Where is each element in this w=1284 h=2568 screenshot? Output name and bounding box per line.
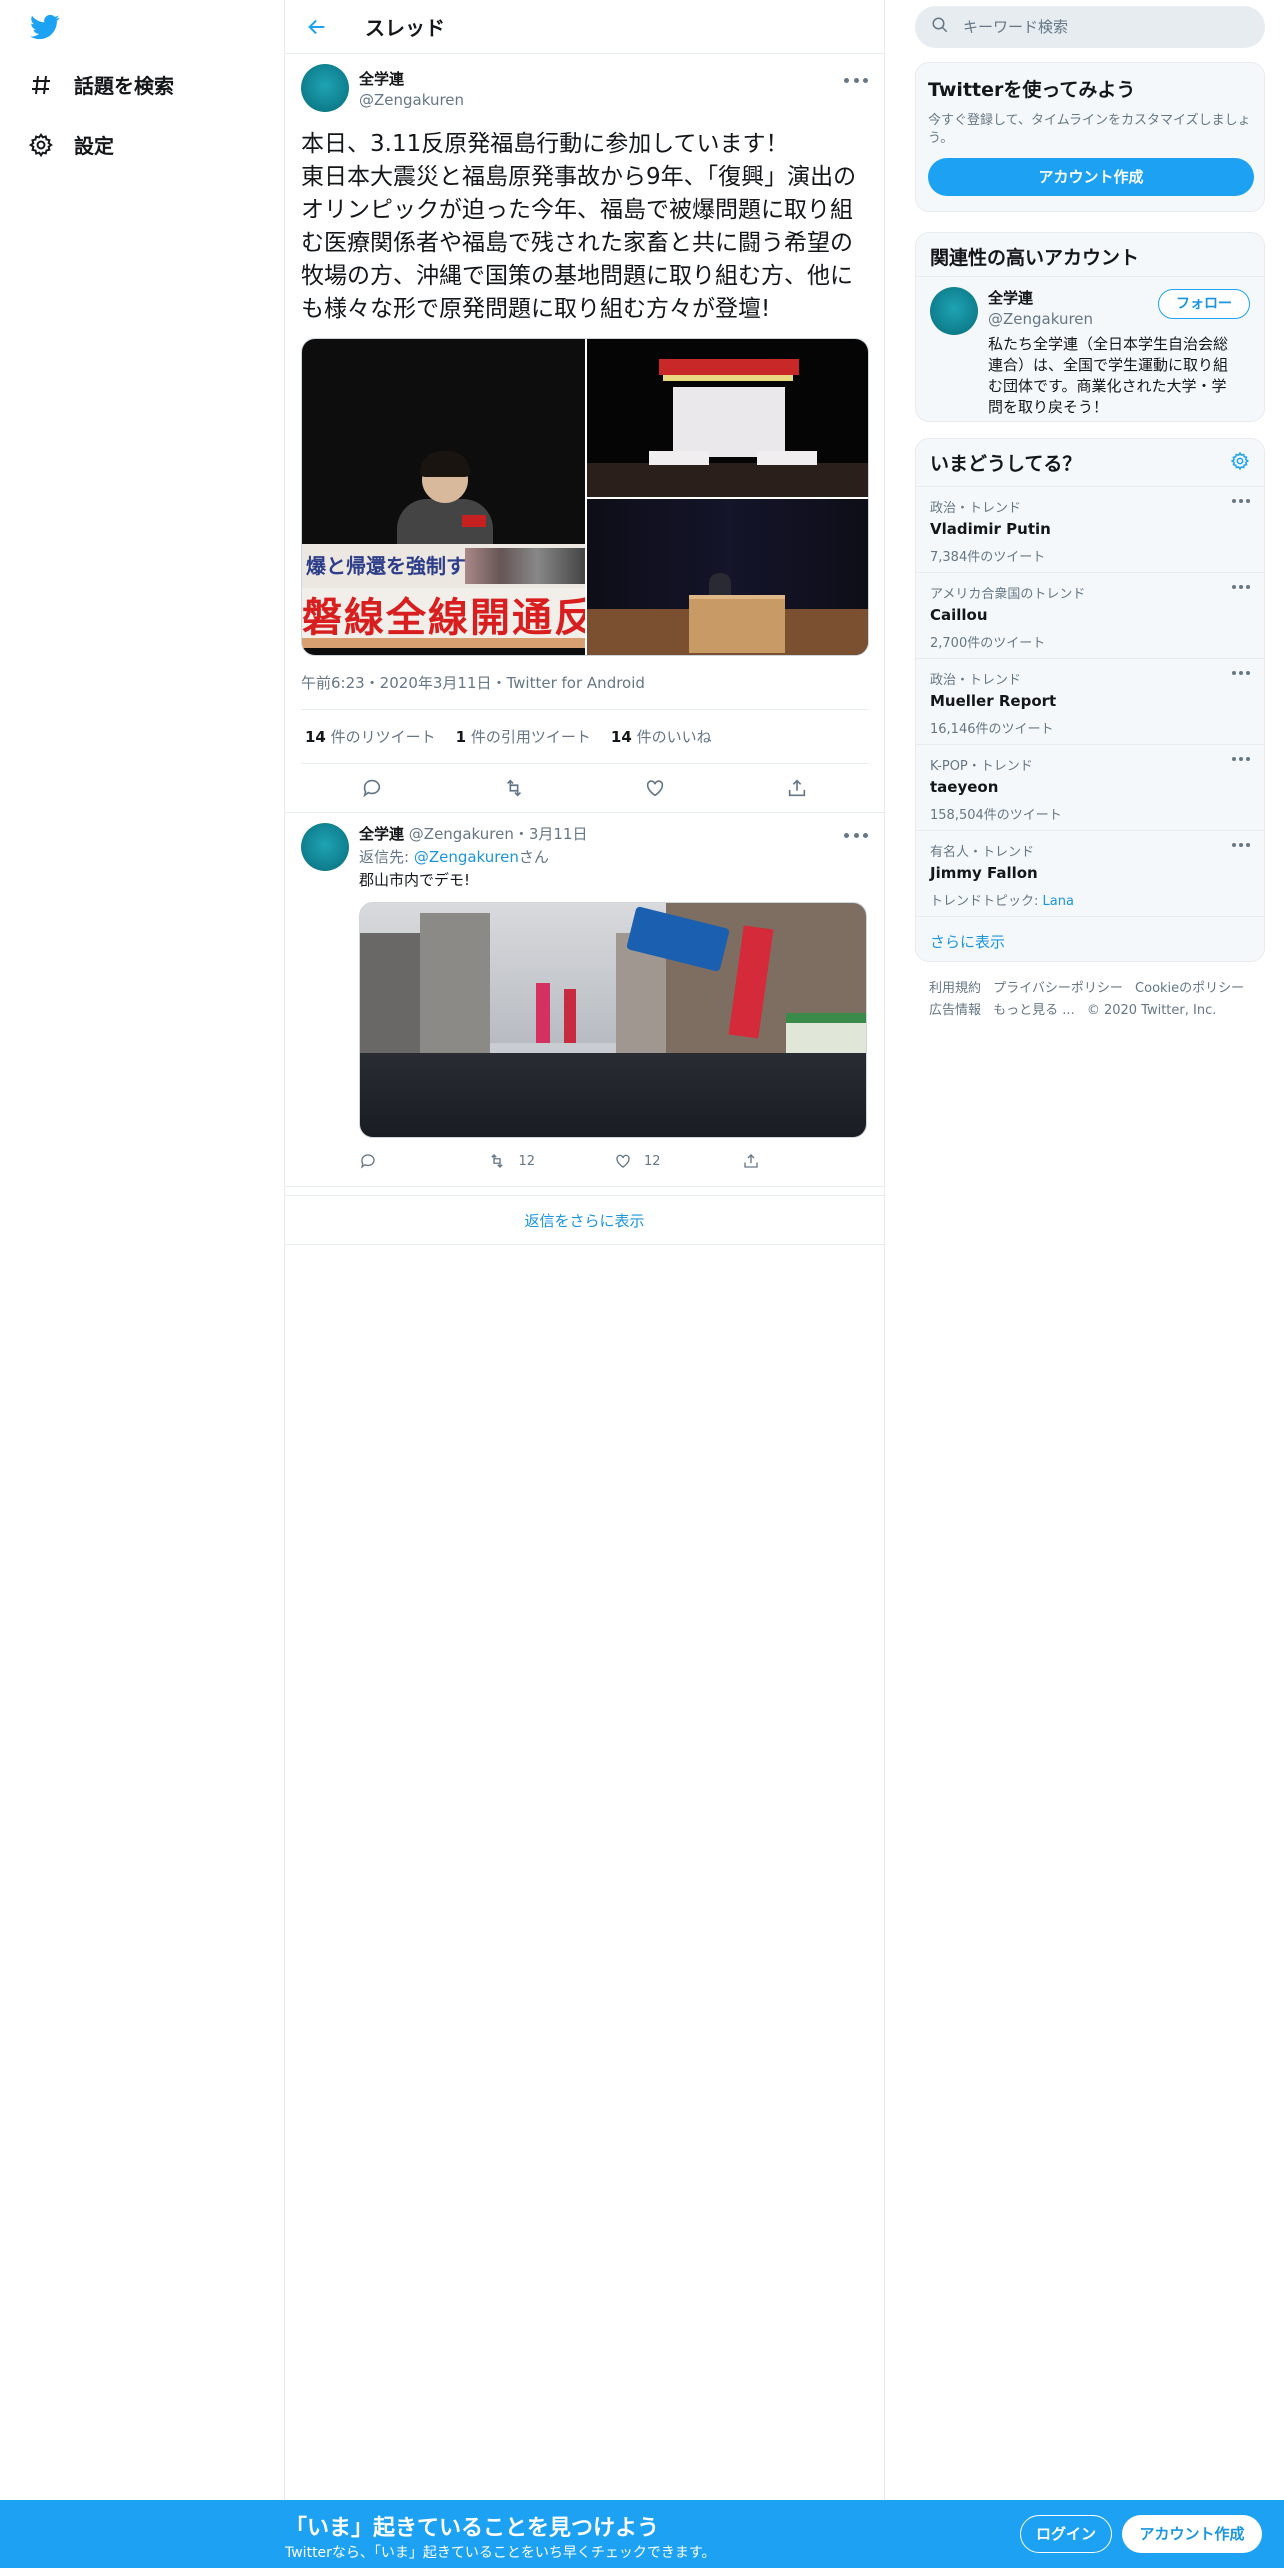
avatar[interactable] [301,823,349,871]
create-account-button[interactable]: アカウント作成 [928,158,1254,196]
trend-more-icon[interactable] [1232,585,1250,591]
avatar[interactable] [930,287,978,335]
tweet-photo-1[interactable]: 爆と帰還を強制する 磐線全線開通反 [302,339,585,655]
signup-desc: 今すぐ登録して、タイムラインをカスタマイズしましょう。 [928,113,1251,146]
reply-to-line: 返信先: @Zengakurenさん [359,848,549,866]
quote-count[interactable]: 1 件の引用ツイート [456,726,591,747]
footer-ads[interactable]: 広告情報 [929,1003,981,1018]
left-nav: 話題を検索 設定 [0,0,285,2500]
footer-more[interactable]: もっと見る ... [993,1003,1075,1018]
related-accounts-card: 関連性の高いアカウント 全学連 @Zengakuren 私たち全学連（全日本学生… [915,232,1265,422]
reply-reply[interactable] [359,1152,487,1170]
signup-title: Twitterを使ってみよう [928,79,1136,101]
trend-more-icon[interactable] [1232,499,1250,505]
reply-share[interactable] [742,1152,870,1170]
tweet-media-grid: 爆と帰還を強制する 磐線全線開通反 [301,338,869,656]
trend-more-icon[interactable] [1232,671,1250,677]
trend-more-icon[interactable] [1232,843,1250,849]
page-title: スレッド [365,16,445,40]
retweet-icon[interactable] [502,776,526,800]
like-count[interactable]: 14 件のいいね [611,726,712,747]
share-icon [743,1154,758,1168]
trend-item[interactable]: アメリカ合衆国のトレンド Caillou 2,700件のツイート [916,573,1264,659]
tweet-timestamp[interactable]: 午前6:23・2020年3月11日・Twitter for Android [301,672,868,710]
footer-copyright: © 2020 Twitter, Inc. [1086,1003,1217,1018]
reply-author-name[interactable]: 全学連 [359,825,404,843]
search-icon [931,16,949,38]
footer-cookies[interactable]: Cookieのポリシー [1135,981,1244,996]
trend-item[interactable]: K-POP・トレンド taeyeon 158,504件のツイート [916,745,1264,831]
footer-privacy[interactable]: プライバシーポリシー [993,981,1123,996]
trends-show-more[interactable]: さらに表示 [916,917,1264,967]
signup-card: Twitterを使ってみよう 今すぐ登録して、タイムラインをカスタマイズしましょ… [915,62,1265,212]
trend-topic-link[interactable]: Lana [1043,894,1074,909]
nav-settings[interactable]: 設定 [28,130,114,159]
reply-handle-date[interactable]: @Zengakuren・3月11日 [409,825,588,843]
main-tweet: 全学連 @Zengakuren 本日、3.11反原発福島行動に参加しています！ … [285,54,884,813]
signup-button[interactable]: アカウント作成 [1122,2515,1262,2553]
trend-item[interactable]: 政治・トレンド Vladimir Putin 7,384件のツイート [916,487,1264,573]
more-options-icon[interactable] [844,72,868,88]
reply-retweet[interactable]: 12 [487,1152,615,1170]
author-handle[interactable]: @Zengakuren [359,91,464,109]
bottom-bar-title: 「いま」起きていることを見つけよう [285,2516,660,2541]
reply-to-link[interactable]: @Zengakuren [414,848,519,866]
author-name[interactable]: 全学連 [359,68,464,89]
related-title: 関連性の高いアカウント [930,247,1140,269]
reply-retweet-count: 12 [518,1153,536,1169]
reply-tweet[interactable]: 全学連 @Zengakuren・3月11日 返信先: @Zengakurenさん… [285,813,884,1187]
follow-button[interactable]: フォロー [1158,289,1250,319]
related-account[interactable]: 全学連 @Zengakuren 私たち全学連（全日本学生自治会総連合）は、全国で… [916,277,1264,428]
tweet-stats: 14 件のリツイート 1 件の引用ツイート 14 件のいいね [301,710,868,764]
footer-links: 利用規約 プライバシーポリシー Cookieのポリシー 広告情報 もっと見る .… [929,978,1259,1022]
signup-bottom-bar: 「いま」起きていることを見つけよう Twitterなら、「いま」起きていることを… [0,2500,1284,2568]
login-button[interactable]: ログイン [1020,2515,1112,2553]
trend-item[interactable]: 政治・トレンド Mueller Report 16,146件のツイート [916,659,1264,745]
nav-settings-label: 設定 [74,134,114,158]
retweet-icon [490,1154,503,1168]
reply-actions: 12 12 [359,1146,869,1176]
more-options-icon[interactable] [844,827,868,843]
banner-text-bottom: 磐線全線開通反 [302,588,585,648]
gear-icon [28,132,54,158]
reply-text: 郡山市内でデモ! [359,871,471,889]
bottom-bar-subtitle: Twitterなら、「いま」起きていることをいち早くチェックできます。 [285,2545,716,2561]
reply-photo[interactable] [359,902,867,1138]
thread-header: スレッド [285,0,884,54]
related-bio: 私たち全学連（全日本学生自治会総連合）は、全国で学生運動に取り組む団体です。商業… [988,335,1229,416]
footer-terms[interactable]: 利用規約 [929,981,981,996]
tweet-photo-2[interactable] [587,339,868,497]
hashtag-icon [28,72,54,98]
show-more-replies[interactable]: 返信をさらに表示 [285,1195,884,1245]
avatar[interactable] [301,64,349,112]
thread-column: スレッド 全学連 @Zengakuren 本日、3.11反原発福島行動に参加して… [285,0,885,2500]
banner-text-top: 爆と帰還を強制する [302,544,585,588]
trends-card: いまどうしてる？ 政治・トレンド Vladimir Putin 7,384件のツ… [915,438,1265,962]
search-input[interactable] [963,18,1243,36]
nav-explore[interactable]: 話題を検索 [28,70,174,99]
nav-explore-label: 話題を検索 [74,74,174,98]
reply-icon[interactable] [360,776,384,800]
tweet-author: 全学連 @Zengakuren [301,64,868,112]
like-icon [616,1154,630,1168]
reply-like-count: 12 [644,1153,661,1169]
reply-icon [360,1154,375,1169]
back-arrow-icon[interactable] [303,13,331,41]
tweet-photo-3[interactable] [587,499,868,655]
trend-item[interactable]: 有名人・トレンド Jimmy Fallon トレンドトピック: Lana [916,831,1264,917]
search-bar[interactable] [915,6,1265,48]
retweet-count[interactable]: 14 件のリツイート [305,726,436,747]
like-icon[interactable] [643,776,667,800]
share-icon[interactable] [785,776,809,800]
tweet-text: 本日、3.11反原発福島行動に参加しています！ 東日本大震災と福島原発事故から9… [301,131,857,322]
tweet-actions [301,764,868,812]
trends-settings-gear-icon[interactable] [1230,451,1250,475]
twitter-bird-icon[interactable] [28,12,62,42]
reply-like[interactable]: 12 [614,1152,742,1170]
trends-title: いまどうしてる？ [930,453,1082,475]
trend-more-icon[interactable] [1232,757,1250,763]
